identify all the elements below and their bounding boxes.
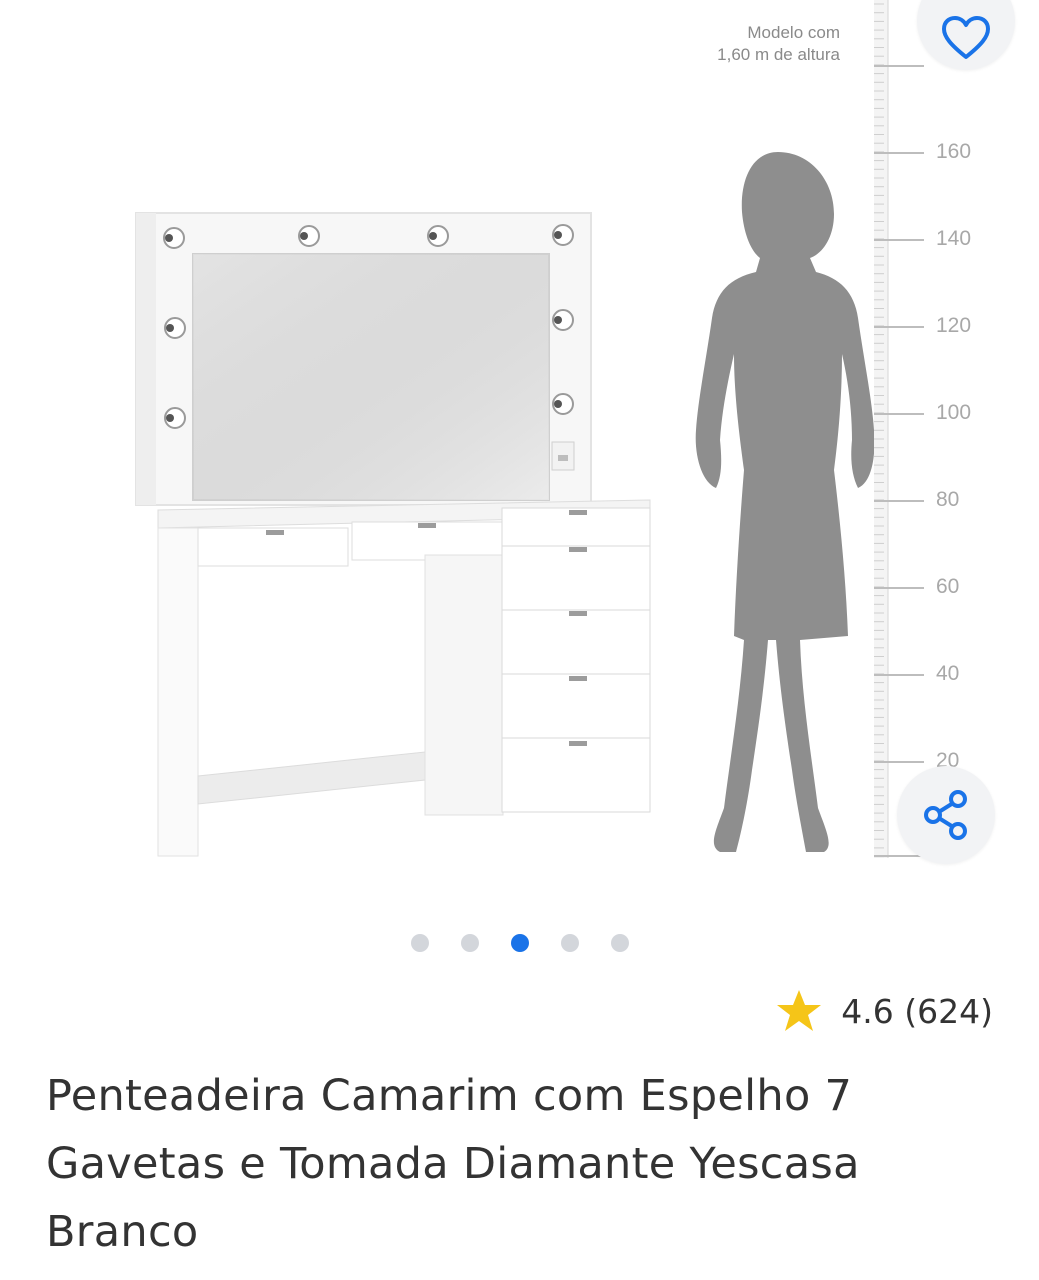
share-icon [924, 790, 967, 840]
product-image [135, 0, 924, 858]
ruler-tick-label: 100 [936, 401, 972, 424]
carousel-indicator [0, 934, 1039, 952]
person-silhouette [695, 152, 875, 852]
scale-caption-line1: Modelo com [747, 23, 840, 42]
carousel-dot[interactable] [460, 934, 479, 952]
share-button[interactable] [897, 766, 995, 864]
scale-caption-line2: 1,60 m de altura [717, 45, 840, 64]
ruler-tick-label: 60 [936, 575, 960, 598]
product-image-gallery[interactable]: Modelo com 1,60 m de altura 160 140 120 … [0, 0, 1039, 920]
ruler-tick-label: 160 [936, 140, 972, 163]
carousel-dot[interactable] [410, 934, 429, 952]
ruler-tick-label: 140 [936, 227, 972, 250]
height-ruler [874, 0, 924, 858]
product-title: Penteadeira Camarim com Espelho 7 Gaveta… [46, 1071, 860, 1257]
ruler-tick-label: 80 [936, 488, 960, 511]
carousel-dot[interactable] [610, 934, 629, 952]
ruler-tick-label: 120 [936, 314, 972, 337]
product-rating[interactable]: 4.6 (624) [775, 988, 993, 1034]
heart-outline-icon [942, 16, 990, 59]
star-icon [777, 990, 822, 1031]
scale-caption: Modelo com 1,60 m de altura [640, 22, 840, 66]
rating-text: 4.6 (624) [841, 991, 993, 1031]
carousel-dot-active[interactable] [510, 934, 529, 952]
carousel-dot[interactable] [560, 934, 579, 952]
ruler-tick-label: 40 [936, 662, 960, 685]
vanity-illustration [135, 212, 651, 857]
